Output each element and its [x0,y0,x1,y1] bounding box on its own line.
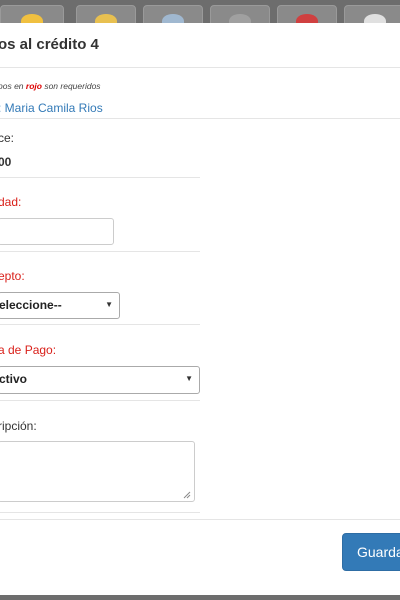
divider [0,512,200,513]
concept-selected-value: eleccione-- [0,298,62,312]
payment-method-select[interactable]: ctivo ▼ [0,366,200,394]
quantity-label: dad: [0,195,22,209]
quantity-input[interactable] [0,218,114,245]
modal-header: os al crédito 4 [0,23,400,68]
payment-method-label: a de Pago: [0,343,57,357]
client-name-link[interactable]: : Maria Camila Rios [0,101,103,115]
balance-label: ce: [0,131,15,145]
divider [0,177,200,178]
chevron-down-icon: ▼ [185,374,193,383]
background-bottom-strip [0,595,400,600]
required-fields-note: pos en rojo son requeridos [0,81,101,91]
modal-title: os al crédito 4 [0,36,99,53]
description-textarea[interactable] [0,441,195,502]
payment-method-selected-value: ctivo [0,372,28,386]
background-window-strip [0,0,400,29]
divider [0,251,200,252]
required-red-word: rojo [25,81,42,91]
modal-footer-divider [0,519,400,520]
balance-value: 00 [0,155,12,169]
description-label: ripción: [0,419,37,433]
divider [0,118,400,119]
divider [0,324,200,325]
concept-select[interactable]: eleccione-- ▼ [0,292,120,319]
concept-label: epto: [0,269,25,283]
divider [0,400,200,401]
resize-handle-icon[interactable] [183,491,191,499]
save-button[interactable]: Guardar [342,533,400,571]
payment-modal: os al crédito 4 pos en rojo son requerid… [0,23,400,595]
chevron-down-icon: ▼ [105,300,113,309]
